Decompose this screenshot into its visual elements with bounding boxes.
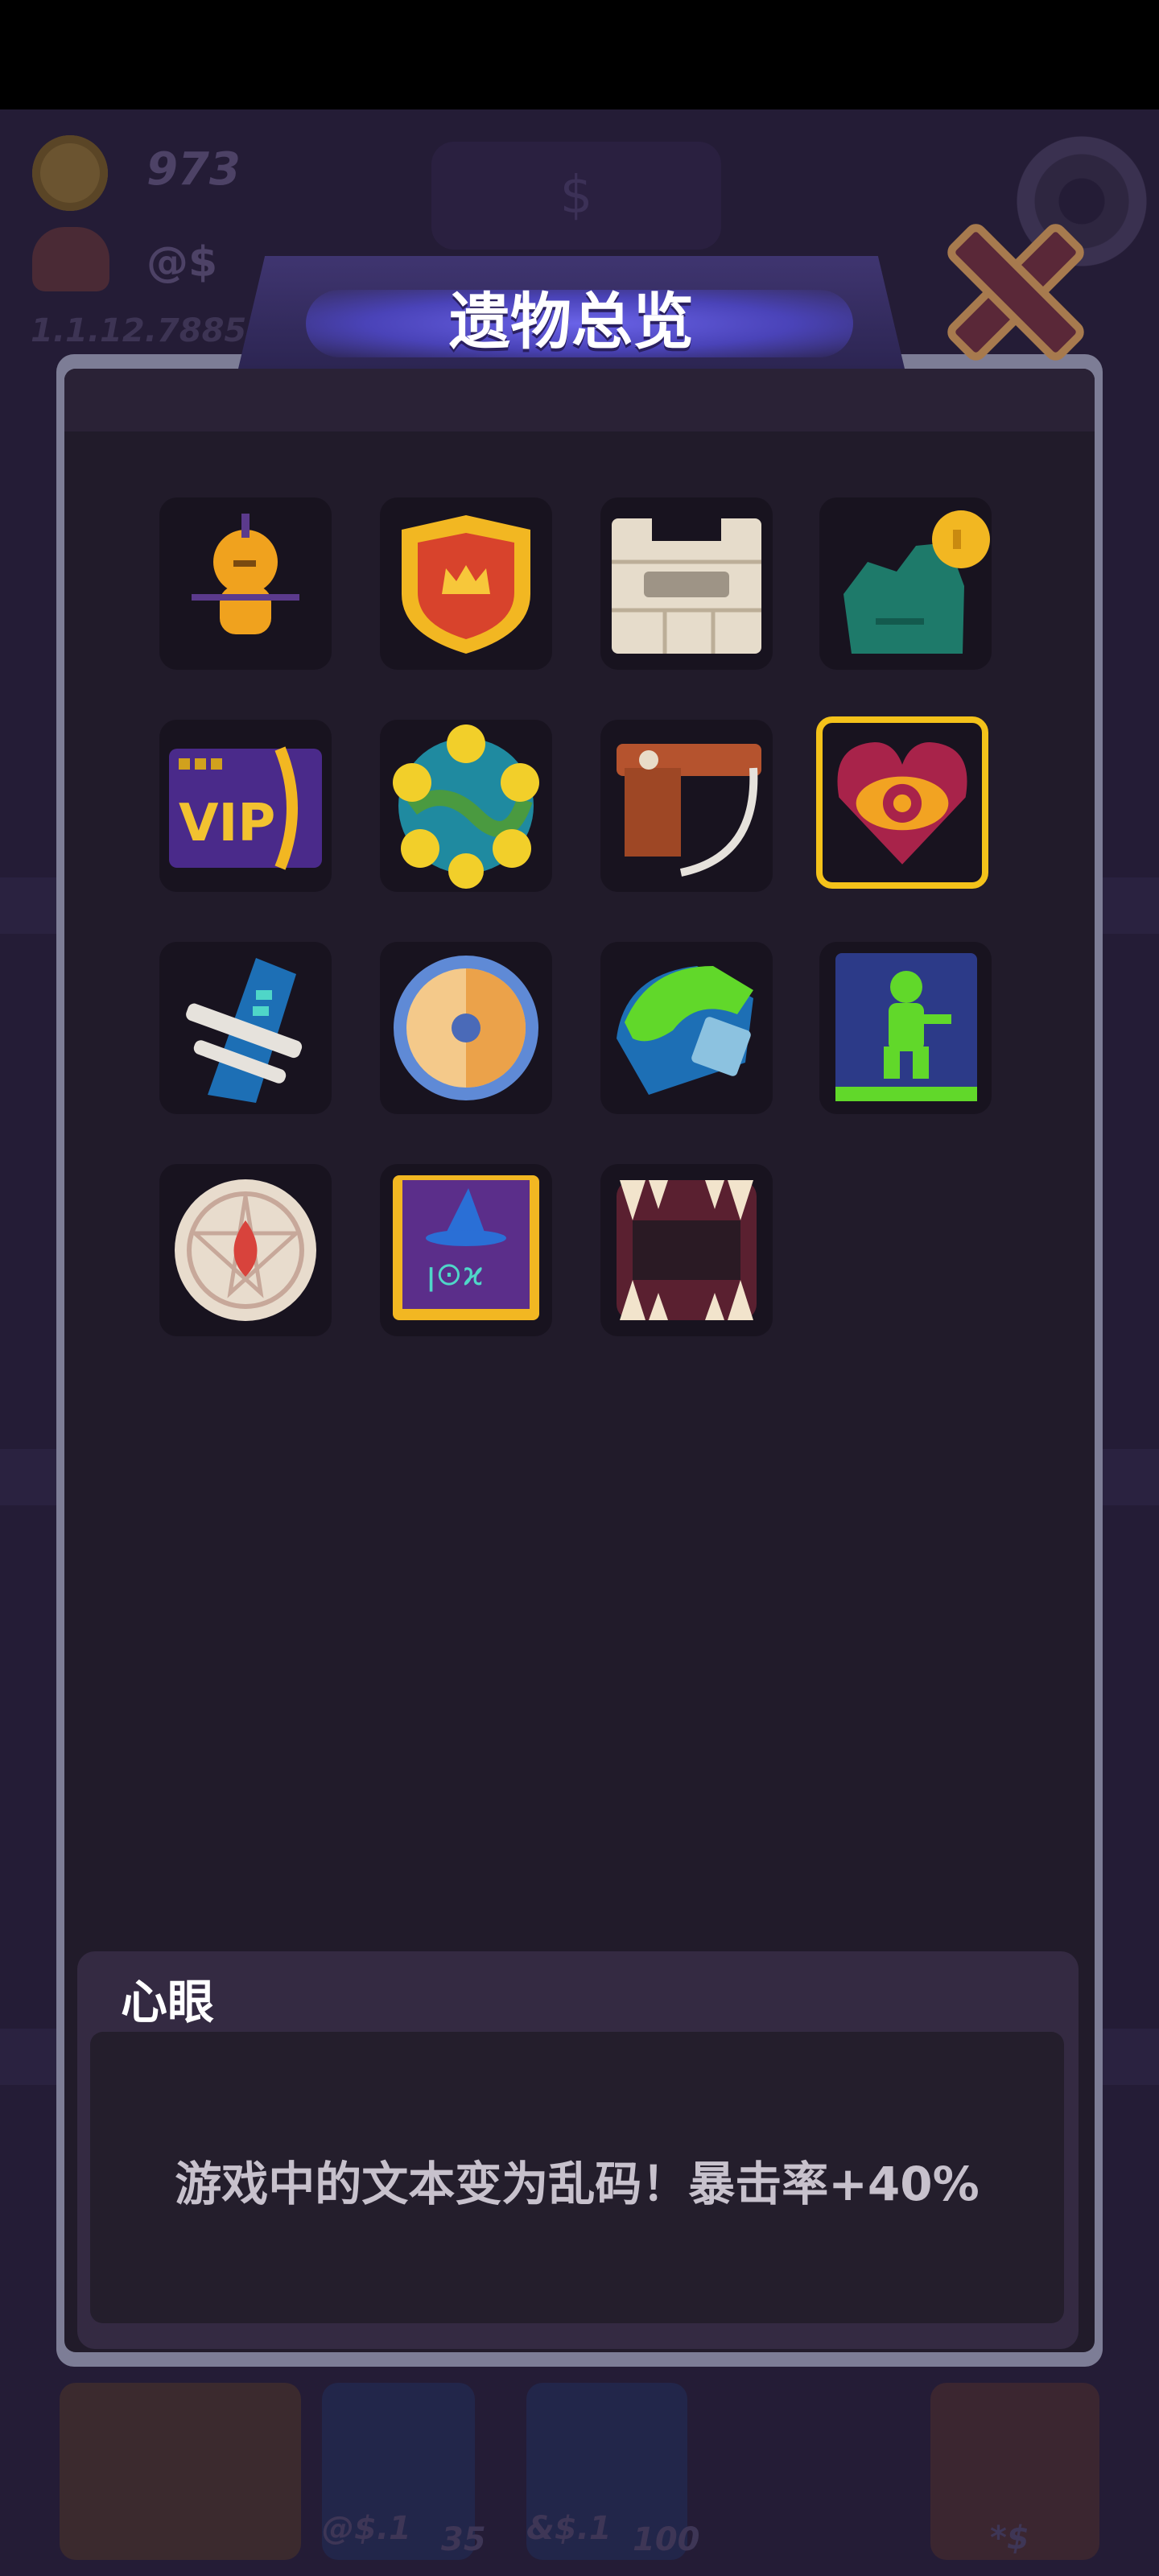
svg-text:VIP: VIP	[179, 794, 275, 853]
bottom-item-count: 35	[441, 2521, 486, 2558]
spartan-helmet-figure-icon[interactable]	[159, 497, 332, 670]
bottom-item-label: @$.1	[322, 2510, 411, 2547]
crown-shield-icon[interactable]	[380, 497, 552, 670]
bottom-item-label: &$.1	[526, 2510, 612, 2547]
pentagram-drop-icon[interactable]	[159, 1164, 332, 1336]
coin-count: 973	[146, 143, 241, 196]
panel-header-strip	[64, 369, 1095, 431]
stone-castle-wall-icon[interactable]	[600, 497, 773, 670]
bottom-item-label: *$	[990, 2520, 1029, 2557]
vip-card-icon[interactable]: VIP	[159, 720, 332, 892]
spiked-planet-icon[interactable]	[380, 720, 552, 892]
svg-text:ꞁ⊙ϰ: ꞁ⊙ϰ	[427, 1256, 484, 1293]
dialog-title: 遗物总览	[449, 286, 694, 357]
blue-sword-hilt-icon[interactable]	[159, 942, 332, 1114]
wizard-spellbook-icon[interactable]: ꞁ⊙ϰ	[380, 1164, 552, 1336]
relic-description-text: 游戏中的文本变为乱码！暴击率+40%	[175, 2157, 980, 2211]
status-bar	[0, 0, 1159, 109]
version-text: 1.1.12.7885-	[31, 312, 260, 349]
store-button-label: $	[559, 166, 593, 225]
username: @$	[146, 238, 218, 287]
coin-icon	[32, 135, 108, 211]
avatar	[32, 227, 109, 291]
bottom-item-count: 100	[633, 2521, 700, 2558]
wooden-scythe-icon[interactable]	[600, 720, 773, 892]
relic-name: 心眼	[121, 1975, 215, 2029]
slime-fist-icon[interactable]	[600, 942, 773, 1114]
wooden-round-shield-icon[interactable]	[380, 942, 552, 1114]
store-button: $	[431, 142, 721, 250]
soldier-book-icon[interactable]	[819, 942, 992, 1114]
close-icon[interactable]	[940, 217, 1089, 365]
bottom-character-icon	[60, 2383, 301, 2560]
heart-eye-icon[interactable]	[816, 716, 988, 889]
fanged-mouth-icon[interactable]	[600, 1164, 773, 1336]
zombie-hand-coin-icon[interactable]	[819, 497, 992, 670]
